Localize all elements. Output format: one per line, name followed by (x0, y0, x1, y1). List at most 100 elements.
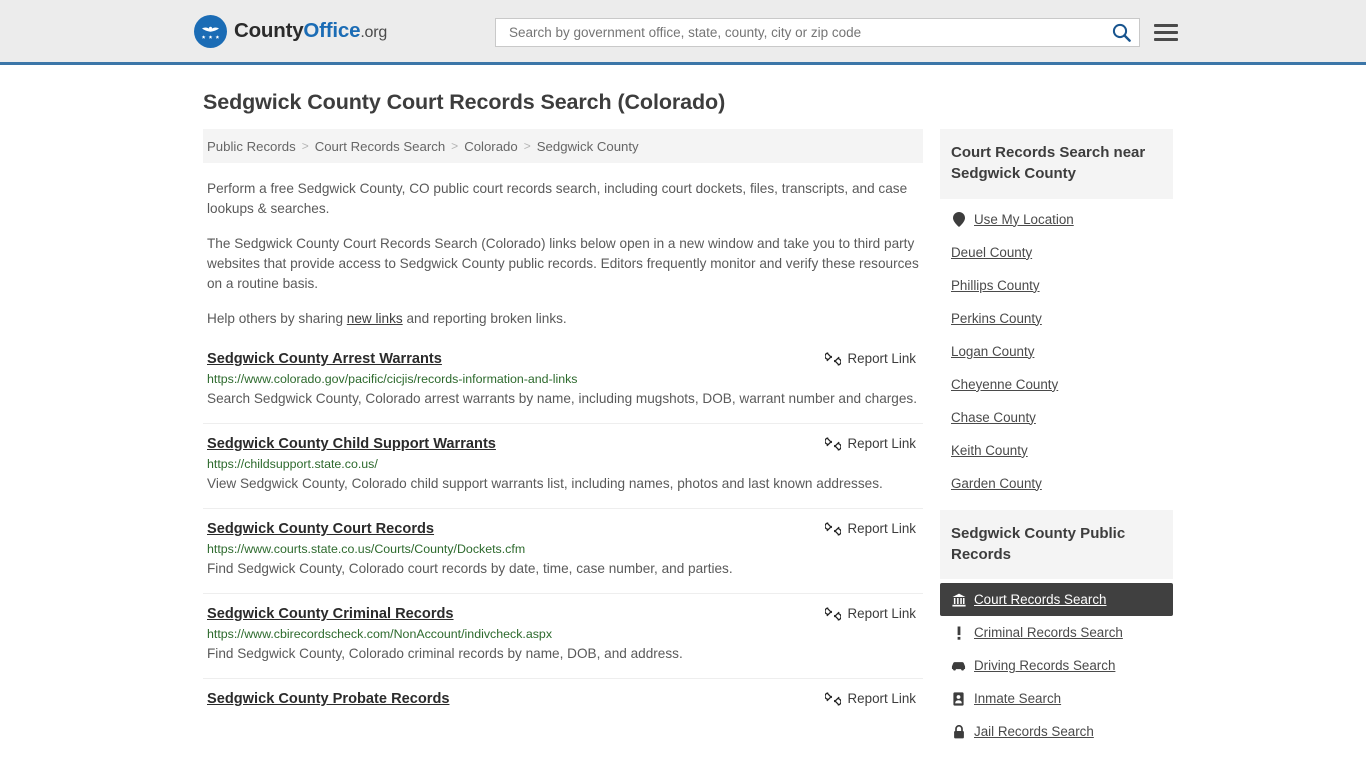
eagle-seal-icon (194, 14, 227, 48)
new-links-link[interactable]: new links (347, 311, 403, 326)
sidebar-county-deuel[interactable]: Deuel County (940, 236, 1173, 269)
result-item: Sedgwick County Criminal Records Report … (203, 606, 923, 679)
use-my-location-label: Use My Location (974, 211, 1074, 227)
report-link-label: Report Link (847, 606, 916, 622)
broken-link-icon (824, 522, 841, 536)
county-label: Phillips County (951, 277, 1040, 293)
result-title-link[interactable]: Sedgwick County Criminal Records (207, 606, 454, 622)
intro-p3-after: and reporting broken links. (402, 310, 567, 326)
intro-p3-before: Help others by sharing (207, 310, 347, 326)
car-icon (951, 660, 966, 671)
broken-link-icon (824, 352, 841, 366)
result-item: Sedgwick County Child Support Warrants R… (203, 436, 923, 509)
result-description: Find Sedgwick County, Colorado criminal … (207, 645, 683, 661)
breadcrumb-item-sedgwick-county[interactable]: Sedgwick County (537, 139, 639, 154)
breadcrumb-separator: > (301, 139, 309, 153)
main-column: Public Records > Court Records Search > … (203, 129, 923, 758)
sidebar-item-criminal-records-search[interactable]: Criminal Records Search (940, 616, 1173, 649)
report-link-label: Report Link (847, 351, 916, 367)
sidebar-county-garden[interactable]: Garden County (940, 467, 1173, 500)
result-description: Search Sedgwick County, Colorado arrest … (207, 390, 917, 406)
public-records-card: Sedgwick County Public Records Court Rec… (940, 509, 1173, 749)
breadcrumb: Public Records > Court Records Search > … (203, 129, 923, 163)
sidebar-item-label: Jail Records Search (974, 724, 1094, 740)
report-link-label: Report Link (847, 521, 916, 537)
page-body: Sedgwick County Court Records Search (Co… (0, 90, 1366, 758)
nearby-search-heading: Court Records Search near Sedgwick Count… (940, 129, 1173, 199)
sidebar-county-phillips[interactable]: Phillips County (940, 269, 1173, 302)
county-label: Garden County (951, 475, 1042, 491)
result-header: Sedgwick County Arrest Warrants Report L… (207, 351, 919, 367)
sidebar-county-chase[interactable]: Chase County (940, 401, 1173, 434)
result-url: https://www.cbirecordscheck.com/NonAccou… (207, 626, 553, 641)
intro-text: Perform a free Sedgwick County, CO publi… (203, 179, 923, 329)
sidebar-item-label: Driving Records Search (974, 658, 1116, 674)
public-records-heading: Sedgwick County Public Records (940, 509, 1173, 580)
sidebar-item-label: Criminal Records Search (974, 625, 1123, 641)
sidebar-item-inmate-search[interactable]: Inmate Search (940, 682, 1173, 715)
id-badge-icon (951, 692, 966, 706)
county-label: Perkins County (951, 310, 1042, 326)
report-link-button[interactable]: Report Link (824, 436, 919, 452)
county-label: Keith County (951, 442, 1028, 458)
sidebar-item-court-records-search[interactable]: Court Records Search (940, 583, 1173, 617)
bank-building-icon (951, 593, 966, 607)
breadcrumb-item-court-records-search[interactable]: Court Records Search (315, 139, 445, 154)
search-input[interactable] (507, 24, 1112, 41)
broken-link-icon (824, 437, 841, 451)
hamburger-bar (1154, 24, 1178, 27)
result-item: Sedgwick County Court Records Report Lin… (203, 521, 923, 594)
content-row: Public Records > Court Records Search > … (0, 129, 1366, 758)
breadcrumb-separator: > (523, 139, 531, 153)
logo-text-office: Office (303, 19, 361, 42)
sidebar-county-perkins[interactable]: Perkins County (940, 302, 1173, 335)
result-title-link[interactable]: Sedgwick County Child Support Warrants (207, 436, 496, 452)
header-search-area (495, 18, 1178, 47)
result-title-link[interactable]: Sedgwick County Court Records (207, 521, 434, 537)
county-label: Chase County (951, 409, 1036, 425)
map-pin-icon (951, 211, 966, 227)
sidebar-item-jail-records-search[interactable]: Jail Records Search (940, 715, 1173, 748)
breadcrumb-item-public-records[interactable]: Public Records (207, 139, 296, 154)
breadcrumb-item-colorado[interactable]: Colorado (464, 139, 518, 154)
report-link-button[interactable]: Report Link (824, 351, 919, 367)
result-url: https://www.courts.state.co.us/Courts/Co… (207, 541, 526, 556)
sidebar-item-label: Inmate Search (974, 691, 1062, 707)
result-header: Sedgwick County Court Records Report Lin… (207, 521, 919, 537)
sidebar-county-logan[interactable]: Logan County (940, 335, 1173, 368)
breadcrumb-separator: > (451, 139, 459, 153)
lock-icon (951, 724, 966, 739)
report-link-button[interactable]: Report Link (824, 606, 919, 622)
result-header: Sedgwick County Child Support Warrants R… (207, 436, 919, 452)
sidebar-item-driving-records-search[interactable]: Driving Records Search (940, 649, 1173, 682)
result-title-link[interactable]: Sedgwick County Arrest Warrants (207, 351, 442, 367)
county-label: Deuel County (951, 244, 1033, 260)
logo-text-org: .org (360, 24, 388, 41)
result-item: Sedgwick County Arrest Warrants Report L… (203, 351, 923, 424)
result-header: Sedgwick County Probate Records Report L… (207, 691, 919, 707)
logo-text: CountyOffice.org (234, 19, 387, 43)
result-item: Sedgwick County Probate Records Report L… (203, 691, 923, 721)
hamburger-bar (1154, 31, 1178, 34)
search-icon[interactable] (1112, 23, 1131, 42)
report-link-button[interactable]: Report Link (824, 521, 919, 537)
result-url: https://childsupport.state.co.us/ (207, 456, 378, 471)
county-label: Logan County (951, 343, 1035, 359)
intro-paragraph-1: Perform a free Sedgwick County, CO publi… (207, 181, 908, 216)
hamburger-bar (1154, 38, 1178, 41)
sidebar-county-keith[interactable]: Keith County (940, 434, 1173, 467)
intro-paragraph-3: Help others by sharing new links and rep… (207, 309, 919, 329)
sidebar: Court Records Search near Sedgwick Count… (940, 129, 1173, 758)
result-title-link[interactable]: Sedgwick County Probate Records (207, 691, 449, 707)
sidebar-item-label: Court Records Search (974, 592, 1107, 608)
broken-link-icon (824, 607, 841, 621)
site-logo[interactable]: CountyOffice.org (194, 14, 387, 48)
hamburger-menu-icon[interactable] (1154, 24, 1178, 41)
report-link-button[interactable]: Report Link (824, 691, 919, 707)
search-box[interactable] (495, 18, 1140, 47)
nearby-county-list: Use My Location Deuel County Phillips Co… (940, 199, 1173, 500)
county-label: Cheyenne County (951, 376, 1059, 392)
sidebar-county-cheyenne[interactable]: Cheyenne County (940, 368, 1173, 401)
use-my-location-item[interactable]: Use My Location (940, 203, 1173, 236)
nearby-search-card: Court Records Search near Sedgwick Count… (940, 129, 1173, 500)
